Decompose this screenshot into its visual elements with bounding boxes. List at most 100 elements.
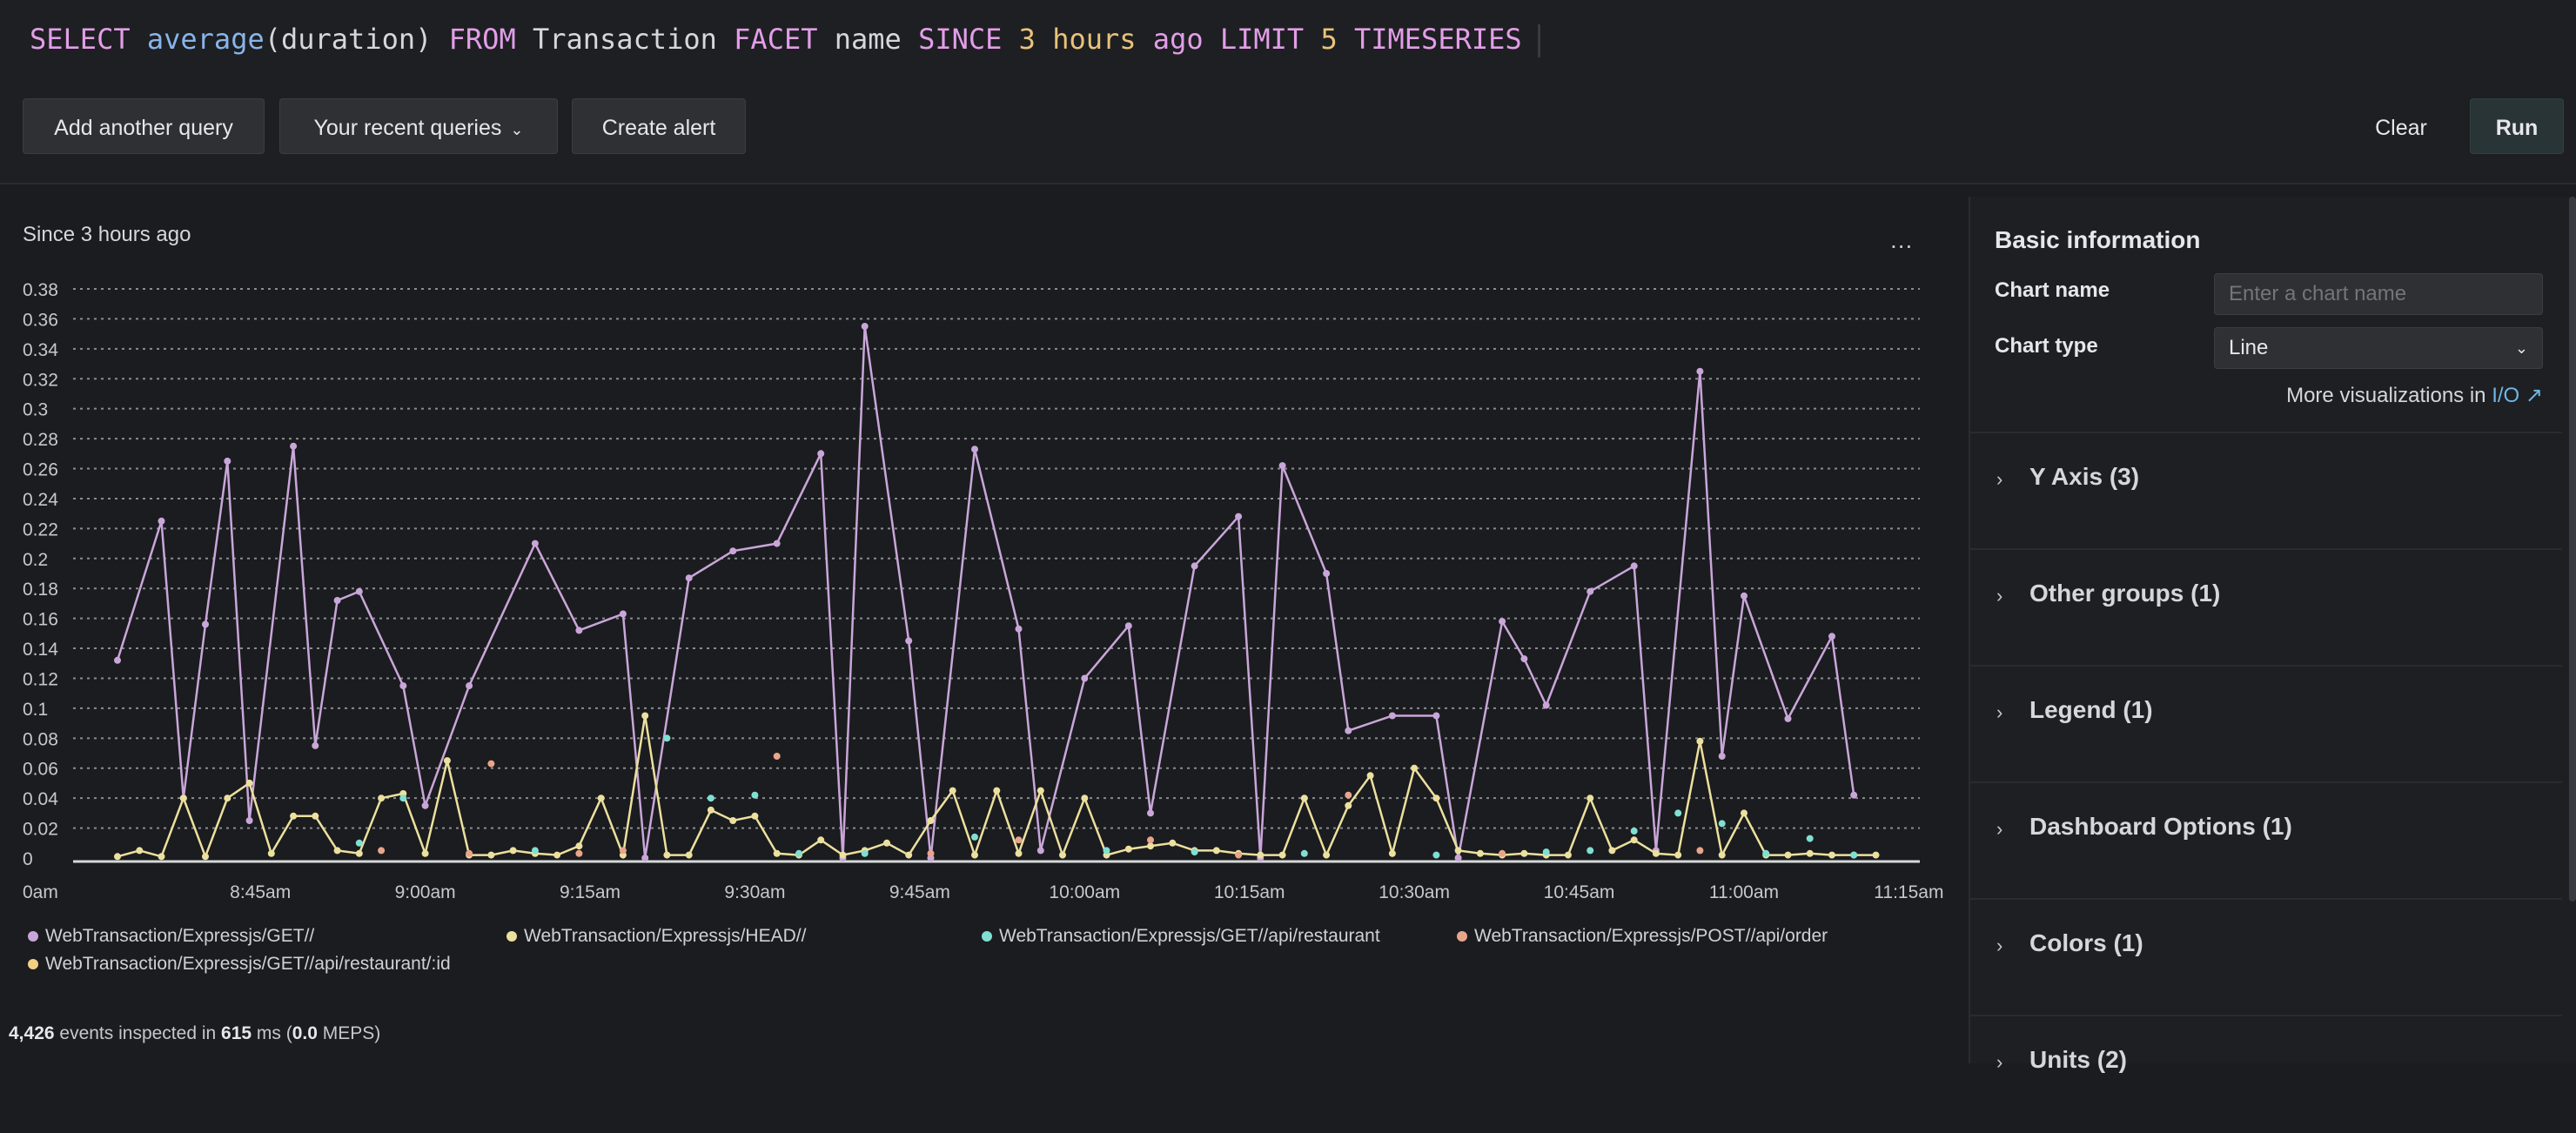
external-link-icon[interactable]: ↗ bbox=[2519, 384, 2543, 407]
legend-item[interactable]: WebTransaction/Expressjs/GET//api/restau… bbox=[982, 926, 1380, 947]
data-point bbox=[531, 847, 539, 855]
data-point bbox=[861, 849, 869, 857]
data-point bbox=[1587, 847, 1594, 855]
chevron-right-icon: › bbox=[1996, 585, 2003, 607]
y-tick-label: 0.02 bbox=[23, 820, 58, 840]
settings-section[interactable]: › Y Axis (3) bbox=[1970, 432, 2562, 550]
data-point bbox=[245, 817, 253, 824]
y-tick-label: 0.26 bbox=[23, 460, 58, 480]
data-point bbox=[1718, 753, 1726, 760]
panel-scrollbar[interactable] bbox=[2569, 197, 2576, 902]
data-point bbox=[1432, 712, 1440, 720]
query-token: SINCE bbox=[918, 23, 1003, 56]
clear-label: Clear bbox=[2375, 116, 2427, 140]
data-point bbox=[971, 833, 978, 841]
data-point bbox=[1542, 848, 1550, 856]
create-alert-button[interactable]: Create alert bbox=[572, 98, 746, 154]
data-point bbox=[114, 853, 121, 861]
data-point bbox=[1674, 809, 1682, 817]
data-point bbox=[685, 851, 693, 859]
data-point bbox=[971, 446, 978, 453]
query-token bbox=[131, 23, 147, 56]
data-point bbox=[619, 610, 627, 618]
data-point bbox=[1388, 712, 1396, 720]
data-point bbox=[641, 712, 649, 720]
data-point bbox=[1323, 570, 1331, 577]
data-point bbox=[1059, 851, 1066, 859]
data-point bbox=[245, 779, 253, 787]
legend-color-dot bbox=[982, 931, 992, 942]
settings-section[interactable]: › Legend (1) bbox=[1970, 665, 2562, 783]
legend-item[interactable]: WebTransaction/Expressjs/POST//api/order bbox=[1457, 926, 1828, 947]
timeseries-chart[interactable]: 0 0.02 0.04 0.06 0.08 0.1 0.12 0.14 0.16 0.18 0.2 0… bbox=[0, 197, 1949, 919]
data-point bbox=[1587, 794, 1594, 802]
data-point bbox=[378, 794, 386, 802]
io-link[interactable]: I/O bbox=[2492, 384, 2519, 407]
data-point bbox=[136, 847, 144, 855]
settings-section[interactable]: › Dashboard Options (1) bbox=[1970, 781, 2562, 900]
section-label: Colors (1) bbox=[2029, 929, 2143, 956]
data-point bbox=[355, 839, 363, 847]
settings-section[interactable]: › Colors (1) bbox=[1970, 898, 2562, 1016]
query-token: 5 bbox=[1320, 23, 1338, 56]
data-point bbox=[1147, 809, 1154, 817]
data-point bbox=[1103, 847, 1110, 855]
chart-name-input[interactable] bbox=[2214, 273, 2543, 315]
clear-button[interactable]: Clear bbox=[2355, 98, 2447, 154]
nrql-query-input[interactable]: SELECT average(duration) FROM Transactio… bbox=[30, 17, 1540, 61]
data-point bbox=[1718, 851, 1726, 859]
data-point bbox=[1872, 851, 1880, 859]
legend-label: WebTransaction/Expressjs/POST//api/order bbox=[1474, 926, 1828, 946]
data-point bbox=[224, 794, 231, 802]
data-point bbox=[1124, 622, 1132, 630]
data-point bbox=[355, 587, 363, 595]
add-query-button[interactable]: Add another query bbox=[23, 98, 265, 154]
data-point bbox=[1587, 587, 1594, 595]
data-point bbox=[1828, 633, 1835, 640]
data-point bbox=[466, 682, 473, 690]
events-text: events inspected in bbox=[54, 1023, 222, 1043]
legend-item[interactable]: WebTransaction/Expressjs/GET// bbox=[28, 926, 314, 947]
settings-section[interactable]: › Units (2) bbox=[1970, 1015, 2562, 1133]
data-point bbox=[1081, 674, 1089, 682]
run-button[interactable]: Run bbox=[2470, 98, 2564, 154]
data-point bbox=[1741, 592, 1748, 600]
data-point bbox=[663, 734, 671, 742]
data-point bbox=[1432, 794, 1440, 802]
data-point bbox=[1762, 849, 1770, 857]
data-point bbox=[1499, 849, 1506, 857]
chart-type-select[interactable]: Line ⌄ bbox=[2214, 327, 2543, 369]
legend-item[interactable]: WebTransaction/Expressjs/HEAD// bbox=[506, 926, 806, 947]
query-token: name bbox=[817, 23, 919, 56]
data-point bbox=[202, 620, 209, 628]
legend-item[interactable]: WebTransaction/Expressjs/GET//api/restau… bbox=[28, 954, 451, 975]
data-point bbox=[1278, 851, 1286, 859]
y-tick-label: 0.22 bbox=[23, 520, 58, 540]
y-tick-label: 0.38 bbox=[23, 280, 58, 300]
query-duration: 615 bbox=[221, 1023, 252, 1043]
y-tick-label: 0.18 bbox=[23, 580, 58, 600]
chevron-right-icon: › bbox=[1996, 468, 2003, 490]
data-point bbox=[1081, 794, 1089, 802]
chart-name-label: Chart name bbox=[1995, 278, 2110, 302]
data-point bbox=[1630, 828, 1638, 835]
legend-color-dot bbox=[28, 931, 38, 942]
data-point bbox=[1542, 701, 1550, 709]
data-point bbox=[905, 637, 913, 645]
data-point bbox=[1454, 847, 1462, 855]
recent-queries-dropdown[interactable]: Your recent queries ⌄ bbox=[279, 98, 558, 154]
data-point bbox=[883, 839, 890, 847]
data-point bbox=[1828, 851, 1835, 859]
data-point bbox=[1147, 836, 1154, 844]
chart-type-value: Line bbox=[2229, 336, 2269, 359]
data-point bbox=[773, 849, 781, 857]
data-point bbox=[1850, 851, 1858, 859]
chart-type-label: Chart type bbox=[1995, 334, 2098, 358]
data-point bbox=[466, 849, 473, 857]
x-tick-label: 0am bbox=[23, 882, 58, 902]
basic-information-heading: Basic information bbox=[1995, 226, 2201, 253]
query-token: TIMESERIES bbox=[1353, 23, 1522, 56]
settings-section[interactable]: › Other groups (1) bbox=[1970, 548, 2562, 667]
section-label: Other groups (1) bbox=[2029, 580, 2221, 607]
data-point bbox=[179, 794, 187, 802]
